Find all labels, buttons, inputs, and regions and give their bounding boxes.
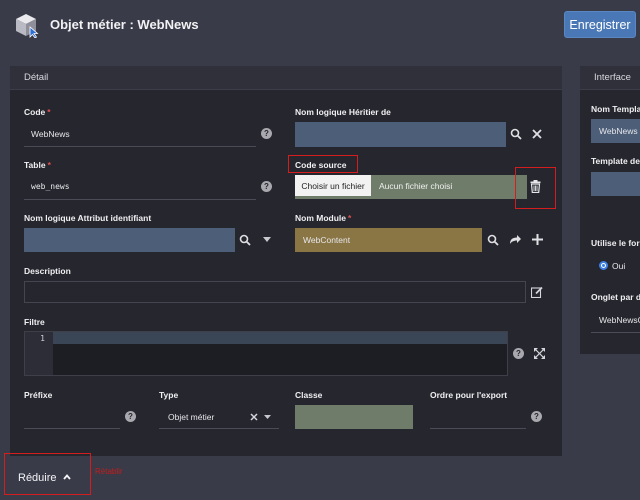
nom-template-value: WebNews bbox=[599, 126, 638, 136]
save-button[interactable]: Enregistrer bbox=[564, 11, 636, 38]
interface-panel-header: Interface bbox=[580, 66, 640, 90]
prefixe-help-icon[interactable]: ? bbox=[125, 411, 136, 422]
ordre-label: Ordre pour l'export bbox=[430, 390, 508, 400]
detail-panel: Détail Code * WebNews ? Nom logique Hérit… bbox=[10, 66, 562, 456]
clear-icon[interactable] bbox=[532, 129, 542, 139]
reduce-label: Réduire bbox=[18, 472, 57, 484]
restore-annotation: Rétablir bbox=[95, 467, 123, 476]
filtre-code-editor[interactable]: 1 bbox=[24, 331, 508, 376]
business-object-icon bbox=[16, 14, 39, 38]
module-label-text: Nom Module bbox=[295, 213, 346, 223]
attribut-field[interactable] bbox=[24, 228, 235, 252]
prefixe-label: Préfixe bbox=[24, 390, 53, 400]
classe-label: Classe bbox=[295, 390, 323, 400]
template-field[interactable] bbox=[591, 172, 640, 196]
chevron-down-icon[interactable] bbox=[264, 415, 271, 420]
chevron-down-icon[interactable] bbox=[263, 237, 271, 243]
code-field-underline bbox=[24, 146, 256, 147]
choose-file-button[interactable]: Choisir un fichier bbox=[295, 175, 371, 196]
ordre-help-icon[interactable]: ? bbox=[531, 411, 542, 422]
table-label-text: Table bbox=[24, 160, 46, 170]
search-icon[interactable] bbox=[487, 234, 499, 246]
search-icon[interactable] bbox=[239, 234, 251, 246]
detail-panel-header: Détail bbox=[10, 66, 562, 90]
type-underline bbox=[159, 428, 279, 429]
attribut-label: Nom logique Attribut identifiant bbox=[24, 213, 152, 223]
ordre-underline bbox=[430, 428, 526, 429]
prefixe-underline bbox=[24, 428, 120, 429]
code-field[interactable]: WebNews bbox=[31, 129, 70, 139]
type-select[interactable]: Objet métier bbox=[168, 412, 214, 422]
heritier-field[interactable] bbox=[295, 122, 506, 147]
code-source-label: Code source bbox=[295, 160, 347, 170]
onglet-label: Onglet par d bbox=[591, 292, 640, 302]
table-field[interactable]: web_news bbox=[31, 182, 70, 191]
interface-panel: Interface Nom Templa WebNews Template de… bbox=[580, 66, 640, 354]
expand-icon[interactable] bbox=[534, 348, 545, 359]
required-mark: * bbox=[47, 107, 51, 117]
onglet-field[interactable]: WebNewsC bbox=[599, 315, 640, 325]
line-number: 1 bbox=[40, 334, 45, 343]
module-label: Nom Module * bbox=[295, 213, 351, 223]
filtre-label: Filtre bbox=[24, 317, 45, 327]
editor-gutter: 1 bbox=[25, 332, 53, 375]
oui-label: Oui bbox=[612, 261, 626, 271]
add-icon[interactable] bbox=[532, 234, 543, 245]
code-label-text: Code bbox=[24, 107, 46, 117]
active-line bbox=[53, 332, 507, 344]
search-icon[interactable] bbox=[510, 128, 522, 140]
code-label: Code * bbox=[24, 107, 51, 117]
top-bar: Objet métier : WebNews Enregistrer bbox=[0, 0, 640, 52]
onglet-underline bbox=[591, 332, 640, 333]
trash-icon[interactable] bbox=[530, 180, 541, 193]
ordre-field[interactable] bbox=[430, 410, 526, 424]
code-help-icon[interactable]: ? bbox=[261, 128, 272, 139]
clear-icon[interactable] bbox=[250, 413, 258, 421]
utilise-label: Utilise le for bbox=[591, 238, 640, 248]
module-value: WebContent bbox=[303, 235, 351, 245]
type-label: Type bbox=[159, 390, 179, 400]
reduce-button[interactable]: Réduire bbox=[18, 472, 71, 484]
prefixe-field[interactable] bbox=[24, 410, 120, 424]
chevron-up-icon bbox=[62, 474, 71, 480]
template-label: Template de bbox=[591, 156, 640, 166]
page-title: Objet métier : WebNews bbox=[50, 17, 199, 32]
description-field[interactable] bbox=[24, 281, 526, 303]
table-field-underline bbox=[24, 199, 256, 200]
required-mark: * bbox=[348, 213, 352, 223]
edit-icon[interactable] bbox=[531, 286, 543, 298]
filtre-help-icon[interactable]: ? bbox=[513, 348, 524, 359]
nom-template-label: Nom Templa bbox=[591, 104, 640, 114]
heritier-label: Nom logique Héritier de bbox=[295, 107, 391, 117]
table-help-icon[interactable]: ? bbox=[261, 181, 272, 192]
description-label: Description bbox=[24, 266, 71, 276]
share-arrow-icon[interactable] bbox=[509, 234, 521, 245]
oui-radio[interactable] bbox=[599, 261, 608, 270]
required-mark: * bbox=[47, 160, 51, 170]
classe-field[interactable] bbox=[295, 405, 413, 429]
file-status-text: Aucun fichier choisi bbox=[379, 181, 453, 191]
table-label: Table * bbox=[24, 160, 51, 170]
